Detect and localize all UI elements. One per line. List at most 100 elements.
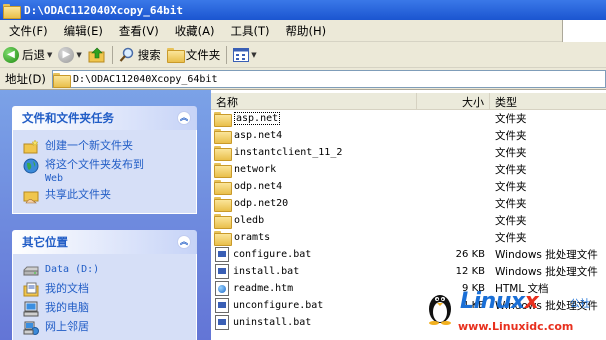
file-name-cell: configure.bat — [211, 247, 417, 262]
folders-label: 文件夹 — [185, 47, 221, 62]
file-name: readme.htm — [233, 283, 294, 294]
file-name-cell: install.bat — [211, 264, 417, 279]
folder-icon — [3, 3, 21, 19]
watermark-url: www.Linuxidc.com — [458, 320, 574, 333]
watermark-brand-b: x — [524, 289, 539, 314]
task-new-folder-label: 创建一个新文件夹 — [45, 139, 133, 152]
file-row[interactable]: asp.net4 文件夹 — [211, 127, 606, 144]
back-dropdown-icon[interactable]: ▼ — [47, 51, 52, 59]
views-button[interactable]: ▼ — [230, 44, 259, 66]
html-file-icon — [215, 281, 229, 296]
views-dropdown-icon[interactable]: ▼ — [251, 51, 256, 59]
file-folder-tasks-header[interactable]: 文件和文件夹任务 ︽ — [12, 106, 197, 130]
folder-icon — [214, 231, 232, 246]
task-share-folder[interactable]: 共享此文件夹 — [23, 188, 196, 204]
file-row[interactable]: odp.net20 文件夹 — [211, 195, 606, 212]
folders-icon — [166, 48, 185, 63]
forward-button[interactable]: ▶ ▼ — [55, 44, 84, 66]
other-places-title: 其它位置 — [22, 235, 68, 249]
file-size: 26 KB — [455, 249, 485, 260]
file-name-cell: asp.net — [211, 112, 417, 127]
address-bar: 地址(D) D:\ODAC112040Xcopy_64bit — [0, 68, 606, 90]
file-name-cell: odp.net4 — [211, 180, 417, 195]
file-row[interactable]: install.bat 12 KB Windows 批处理文件 — [211, 263, 606, 280]
file-row[interactable]: network 文件夹 — [211, 161, 606, 178]
penguin-logo-icon — [429, 295, 451, 325]
file-row[interactable]: asp.net 文件夹 — [211, 110, 606, 127]
my-documents-icon — [23, 282, 39, 297]
menu-file[interactable]: 文件(F) — [0, 23, 56, 39]
file-name: asp.net — [234, 112, 281, 125]
file-type: 文件夹 — [495, 215, 527, 227]
file-row[interactable]: oramts 文件夹 — [211, 229, 606, 246]
column-header-type[interactable]: 类型 — [490, 93, 606, 109]
up-folder-button[interactable] — [85, 44, 109, 66]
other-places-header[interactable]: 其它位置 ︽ — [12, 230, 197, 254]
file-name-cell: readme.htm — [211, 281, 417, 296]
toolbar: ◀ 后退 ▼ ▶ ▼ 搜索 文件夹 ▼ — [0, 42, 606, 68]
menu-tools[interactable]: 工具(T) — [223, 23, 278, 39]
task-publish-web[interactable]: 将这个文件夹发布到 Web — [23, 158, 196, 185]
place-data-drive-label: Data (D:) — [45, 264, 100, 275]
folder-icon — [214, 146, 232, 161]
file-name: instantclient_11_2 — [234, 147, 343, 158]
task-publish-web-label: 将这个文件夹发布到 Web — [45, 158, 144, 185]
watermark-brand: Linuxx — [460, 289, 539, 314]
file-name: install.bat — [233, 266, 300, 277]
back-button[interactable]: ◀ 后退 ▼ — [0, 44, 55, 66]
file-folder-tasks-panel: 文件和文件夹任务 ︽ 创建一个新文件夹 将这个文件夹发布到 Web 共享此文件夹 — [12, 106, 197, 214]
search-button[interactable]: 搜索 — [116, 44, 164, 66]
file-type: Windows 批处理文件 — [495, 266, 598, 278]
place-network[interactable]: 网上邻居 — [23, 320, 196, 336]
search-icon — [119, 47, 134, 62]
folder-icon — [214, 197, 232, 212]
file-row[interactable]: odp.net4 文件夹 — [211, 178, 606, 195]
address-input[interactable]: D:\ODAC112040Xcopy_64bit — [52, 70, 606, 88]
toolbar-separator — [226, 45, 228, 64]
file-name: oledb — [234, 215, 265, 226]
drive-icon — [23, 266, 39, 276]
place-my-computer[interactable]: 我的电脑 — [23, 301, 196, 317]
file-row[interactable]: instantclient_11_2 文件夹 — [211, 144, 606, 161]
menu-favorites[interactable]: 收藏(A) — [167, 23, 223, 39]
place-my-documents[interactable]: 我的文档 — [23, 282, 196, 298]
task-new-folder[interactable]: 创建一个新文件夹 — [23, 139, 196, 155]
folder-icon — [214, 214, 232, 229]
file-name: odp.net4 — [234, 181, 283, 192]
file-row[interactable]: oledb 文件夹 — [211, 212, 606, 229]
address-label: 地址(D) — [5, 71, 46, 86]
file-name-cell: asp.net4 — [211, 129, 417, 144]
file-type: 文件夹 — [495, 130, 527, 142]
folders-button[interactable]: 文件夹 — [164, 44, 224, 66]
menu-view[interactable]: 查看(V) — [111, 23, 167, 39]
column-header-name[interactable]: 名称 — [211, 93, 417, 109]
menu-edit[interactable]: 编辑(E) — [56, 23, 111, 39]
forward-dropdown-icon[interactable]: ▼ — [76, 51, 81, 59]
collapse-chevron-icon[interactable]: ︽ — [177, 111, 191, 125]
file-name: network — [234, 164, 277, 175]
folder-icon — [214, 163, 232, 178]
folder-icon — [214, 180, 232, 195]
file-name-cell: network — [211, 163, 417, 178]
file-type: 文件夹 — [495, 113, 527, 125]
my-computer-icon — [23, 301, 39, 317]
up-folder-icon — [88, 47, 105, 62]
place-data-drive[interactable]: Data (D:) — [23, 263, 196, 279]
collapse-chevron-icon[interactable]: ︽ — [177, 235, 191, 249]
file-name: oramts — [234, 232, 271, 243]
file-name: unconfigure.bat — [233, 300, 324, 311]
column-header-row: 名称 大小 类型 — [211, 93, 606, 110]
file-type: 文件夹 — [495, 198, 527, 210]
file-name-cell: unconfigure.bat — [211, 298, 417, 313]
task-pane: 文件和文件夹任务 ︽ 创建一个新文件夹 将这个文件夹发布到 Web 共享此文件夹… — [0, 90, 211, 340]
menu-help[interactable]: 帮助(H) — [278, 23, 335, 39]
place-my-documents-label: 我的文档 — [45, 282, 89, 295]
file-name-cell: uninstall.bat — [211, 315, 417, 330]
toolbar-separator — [111, 45, 113, 64]
globe-icon — [23, 158, 39, 174]
file-name-cell: instantclient_11_2 — [211, 146, 417, 161]
file-folder-tasks-title: 文件和文件夹任务 — [22, 111, 114, 125]
column-header-size[interactable]: 大小 — [417, 93, 490, 109]
windows-logo — [562, 20, 606, 42]
file-row[interactable]: configure.bat 26 KB Windows 批处理文件 — [211, 246, 606, 263]
